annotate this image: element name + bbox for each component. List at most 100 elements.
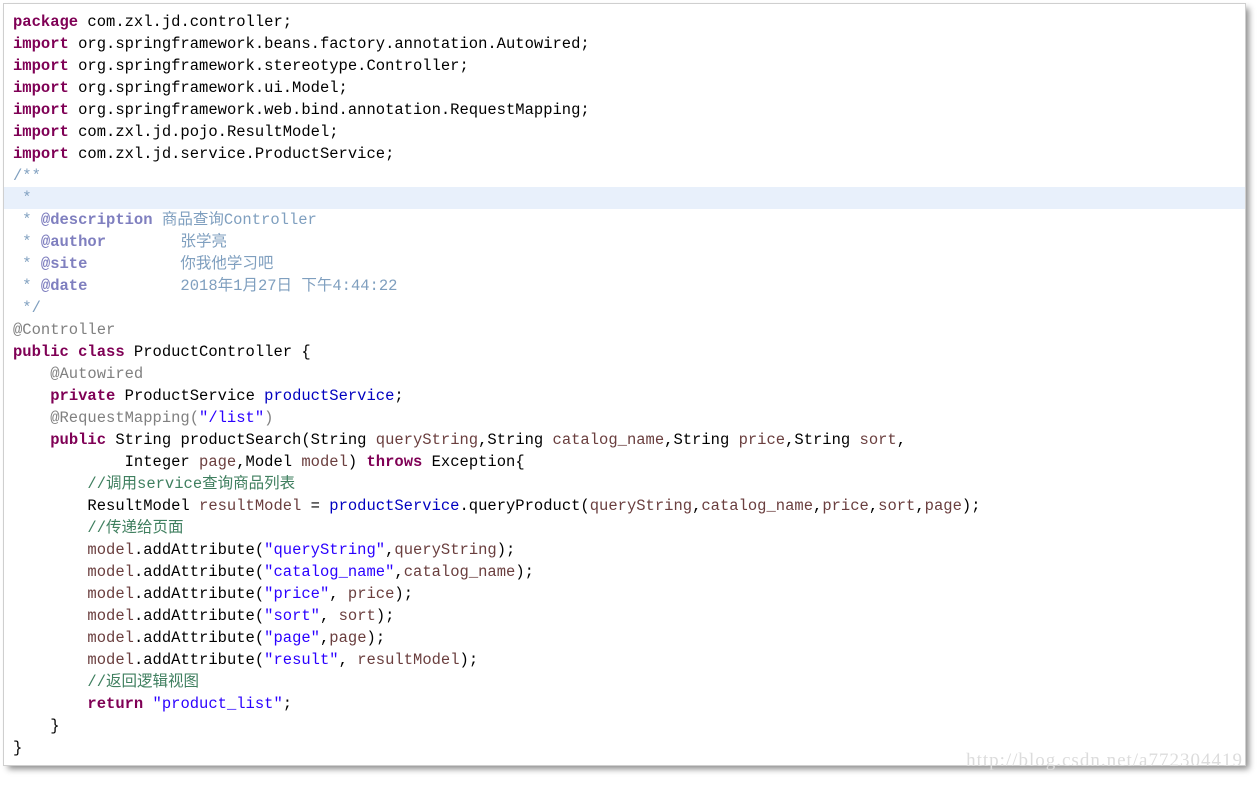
code-token-jtag: @site [40, 255, 88, 273]
code-line[interactable]: * @date 2018年1月27日 下午4:44:22 [4, 275, 1245, 297]
code-line[interactable]: @RequestMapping("/list") [4, 407, 1245, 429]
code-line[interactable]: return "product_list"; [4, 693, 1245, 715]
code-line[interactable]: public String productSearch(String query… [4, 429, 1245, 451]
code-token-loc: model [87, 541, 134, 559]
code-token-str: "queryString" [264, 541, 386, 559]
code-line[interactable]: model.addAttribute("page",page); [4, 627, 1245, 649]
code-token-loc: catalog_name [701, 497, 813, 515]
code-token-jtxt: 张学亮 [106, 233, 227, 251]
code-token-plain: , [896, 431, 907, 449]
code-editor-panel[interactable]: package com.zxl.jd.controller; import org… [3, 3, 1246, 766]
code-line[interactable]: } [4, 715, 1245, 737]
code-line[interactable]: import org.springframework.web.bind.anno… [4, 99, 1245, 121]
code-line[interactable]: ResultModel resultModel = productService… [4, 495, 1245, 517]
code-line[interactable]: * @site 你我他学习吧 [4, 253, 1245, 275]
code-token-jdoc: * [13, 211, 41, 229]
code-token-loc: page [329, 629, 367, 647]
code-token-loc: model [301, 453, 348, 471]
watermark-url: http://blog.csdn.net/a772304419 [966, 750, 1243, 771]
code-token-loc: price [738, 431, 786, 449]
code-token-ann: @Autowired [13, 365, 144, 383]
code-line[interactable]: package com.zxl.jd.controller; [4, 11, 1245, 33]
code-token-kw: return [87, 695, 144, 713]
code-token-plain: .addAttribute( [133, 629, 265, 647]
code-token-plain: , [329, 585, 348, 603]
code-token-plain: , [813, 497, 823, 515]
code-token-jdoc: * [13, 277, 41, 295]
code-token-loc: model [87, 651, 134, 669]
code-token-plain: ); [394, 585, 414, 603]
code-token-plain: ProductService [115, 387, 265, 405]
code-line[interactable]: import com.zxl.jd.service.ProductService… [4, 143, 1245, 165]
code-line[interactable]: */ [4, 297, 1245, 319]
code-token-cmt: //调用service查询商品列表 [87, 475, 296, 493]
code-line[interactable]: * @description 商品查询Controller [4, 209, 1245, 231]
code-token-loc: sort [859, 431, 897, 449]
code-line[interactable]: * @author 张学亮 [4, 231, 1245, 253]
code-line[interactable]: model.addAttribute("result", resultModel… [4, 649, 1245, 671]
code-token-kw: import [13, 35, 69, 53]
code-token-loc: queryString [589, 497, 693, 515]
code-token-fld: productService [329, 497, 460, 515]
code-token-loc: model [87, 607, 134, 625]
code-token-plain: ); [375, 607, 395, 625]
code-token-plain: ,String [785, 431, 860, 449]
code-token-jtxt: 你我他学习吧 [87, 255, 274, 273]
code-token-kw: import [13, 79, 69, 97]
code-token-loc: page [199, 453, 237, 471]
code-token-plain: = [301, 497, 330, 515]
code-token-plain: org.springframework.web.bind.annotation.… [68, 101, 590, 119]
code-line[interactable]: //返回逻辑视图 [4, 671, 1245, 693]
code-line[interactable]: import org.springframework.beans.factory… [4, 33, 1245, 55]
code-token-str: "/list" [199, 409, 265, 427]
code-line[interactable]: model.addAttribute("sort", sort); [4, 605, 1245, 627]
code-token-str: "page" [264, 629, 320, 647]
code-content[interactable]: package com.zxl.jd.controller; import org… [4, 4, 1245, 759]
code-token-ann: @Controller [13, 321, 116, 339]
code-token-fld: productService [264, 387, 395, 405]
code-token-kw: throws [366, 453, 423, 471]
code-line[interactable]: * [4, 187, 1245, 209]
code-line[interactable]: //传递给页面 [4, 517, 1245, 539]
code-token-plain: , [319, 607, 339, 625]
code-line[interactable]: @Controller [4, 319, 1245, 341]
code-token-kw: import [13, 123, 69, 141]
code-line[interactable]: import org.springframework.ui.Model; [4, 77, 1245, 99]
code-line[interactable]: import com.zxl.jd.pojo.ResultModel; [4, 121, 1245, 143]
code-token-plain: , [385, 541, 395, 559]
code-line[interactable]: //调用service查询商品列表 [4, 473, 1245, 495]
code-token-plain: Integer [13, 453, 200, 471]
code-line[interactable]: model.addAttribute("price", price); [4, 583, 1245, 605]
code-line[interactable]: model.addAttribute("catalog_name",catalo… [4, 561, 1245, 583]
code-token-plain: com.zxl.jd.controller; [78, 13, 293, 31]
code-token-kw: public class [13, 343, 125, 361]
code-token-jtxt: 商品查询Controller [152, 211, 317, 229]
code-token-loc: model [87, 629, 134, 647]
code-token-loc: resultModel [199, 497, 302, 515]
code-token-plain: ); [366, 629, 386, 647]
code-token-plain: } [13, 717, 60, 735]
code-token-jdoc: * [13, 233, 41, 251]
code-line[interactable]: @Autowired [4, 363, 1245, 385]
code-token-plain: , [394, 563, 404, 581]
code-token-plain: org.springframework.beans.factory.annota… [68, 35, 590, 53]
code-token-plain: ) [347, 453, 367, 471]
code-token-plain: } [13, 739, 23, 757]
code-token-jdoc: * [13, 189, 41, 207]
code-line[interactable]: model.addAttribute("queryString",querySt… [4, 539, 1245, 561]
code-line[interactable]: import org.springframework.stereotype.Co… [4, 55, 1245, 77]
code-line[interactable]: Integer page,Model model) throws Excepti… [4, 451, 1245, 473]
code-line[interactable]: private ProductService productService; [4, 385, 1245, 407]
code-line[interactable]: /** [4, 165, 1245, 187]
code-token-loc: queryString [375, 431, 479, 449]
code-line[interactable]: public class ProductController { [4, 341, 1245, 363]
code-token-plain: org.springframework.ui.Model; [68, 79, 348, 97]
